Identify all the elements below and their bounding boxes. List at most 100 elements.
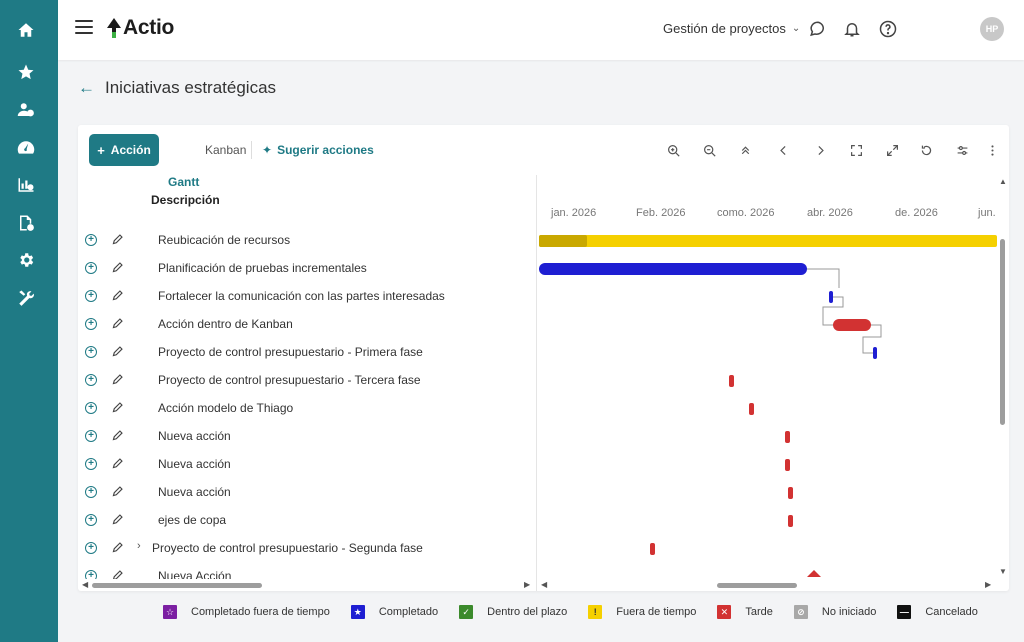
- module-selector[interactable]: Gestión de proyectos ⌄: [663, 21, 800, 36]
- add-subtask-icon[interactable]: +: [85, 262, 97, 274]
- add-subtask-icon[interactable]: +: [85, 290, 97, 302]
- legend-label: Fuera de tiempo: [616, 606, 697, 618]
- add-subtask-icon[interactable]: +: [85, 234, 97, 246]
- edit-pencil-icon[interactable]: [111, 289, 125, 303]
- star-icon[interactable]: [15, 61, 37, 83]
- edit-pencil-icon[interactable]: [111, 261, 125, 275]
- scroll-thumb[interactable]: [92, 583, 262, 588]
- table-row[interactable]: + Fortalecer la comunicación con las part…: [78, 283, 536, 311]
- task-bar[interactable]: [729, 375, 734, 387]
- avatar[interactable]: HP: [980, 17, 1004, 41]
- back-arrow-icon[interactable]: ←: [78, 78, 95, 98]
- task-bar[interactable]: [788, 515, 793, 527]
- documents-icon[interactable]: [15, 212, 37, 234]
- users-settings-icon[interactable]: [15, 99, 37, 121]
- menu-icon[interactable]: [75, 20, 93, 36]
- chevron-left-icon[interactable]: [775, 142, 791, 158]
- task-bar[interactable]: [788, 487, 793, 499]
- chevron-right-icon[interactable]: ›: [137, 540, 141, 552]
- task-bar[interactable]: [785, 431, 790, 443]
- add-action-button[interactable]: + Acción: [89, 134, 159, 166]
- scroll-right-icon[interactable]: ▶: [524, 580, 530, 589]
- edit-pencil-icon[interactable]: [111, 317, 125, 331]
- help-icon[interactable]: [878, 19, 898, 39]
- table-row[interactable]: + Nueva Acción: [78, 563, 536, 579]
- edit-pencil-icon[interactable]: [111, 233, 125, 247]
- table-row[interactable]: + Acción dentro de Kanban: [78, 311, 536, 339]
- tab-kanban[interactable]: Kanban: [205, 143, 246, 157]
- edit-pencil-icon[interactable]: [111, 485, 125, 499]
- table-row[interactable]: + Proyecto de control presupuestario - Pr…: [78, 339, 536, 367]
- edit-pencil-icon[interactable]: [111, 541, 125, 555]
- task-bar[interactable]: [539, 263, 807, 275]
- vertical-scroll-thumb[interactable]: [1000, 239, 1005, 425]
- row-label: Planificación de pruebas incrementales: [158, 261, 367, 275]
- table-row[interactable]: + Reubicación de recursos: [78, 227, 536, 255]
- chevron-down-icon: ⌄: [791, 23, 801, 34]
- add-subtask-icon[interactable]: +: [85, 570, 97, 579]
- task-bar[interactable]: [749, 403, 754, 415]
- milestone-marker[interactable]: [807, 570, 821, 577]
- add-subtask-icon[interactable]: +: [85, 542, 97, 554]
- edit-pencil-icon[interactable]: [111, 569, 125, 579]
- table-row[interactable]: + Nueva acción: [78, 479, 536, 507]
- row-label: Proyecto de control presupuestario - Seg…: [152, 541, 423, 555]
- chevron-right-icon[interactable]: [812, 142, 828, 158]
- home-icon[interactable]: [15, 19, 37, 41]
- reports-icon[interactable]: [15, 174, 37, 196]
- scroll-down-icon[interactable]: ▼: [999, 567, 1007, 576]
- expand-icon[interactable]: [884, 142, 900, 158]
- edit-pencil-icon[interactable]: [111, 513, 125, 527]
- settings-sliders-icon[interactable]: [954, 142, 970, 158]
- grid-horizontal-scrollbar[interactable]: ◀ ▶: [78, 579, 536, 591]
- edit-pencil-icon[interactable]: [111, 457, 125, 471]
- gear-icon[interactable]: [15, 249, 37, 271]
- add-subtask-icon[interactable]: +: [85, 486, 97, 498]
- task-bar[interactable]: [650, 543, 655, 555]
- task-bar[interactable]: [829, 291, 833, 303]
- gantt-scroll-left-icon[interactable]: ◀: [541, 580, 547, 589]
- edit-pencil-icon[interactable]: [111, 429, 125, 443]
- gantt-horizontal-scrollbar[interactable]: ◀ ▶: [537, 579, 997, 591]
- add-subtask-icon[interactable]: +: [85, 374, 97, 386]
- task-bar[interactable]: [539, 235, 997, 247]
- collapse-all-icon[interactable]: [737, 142, 753, 158]
- table-row[interactable]: + › Proyecto de control presupuestario - S…: [78, 535, 536, 563]
- edit-pencil-icon[interactable]: [111, 373, 125, 387]
- add-subtask-icon[interactable]: +: [85, 318, 97, 330]
- scroll-left-icon[interactable]: ◀: [82, 580, 88, 589]
- refresh-icon[interactable]: [918, 142, 934, 158]
- task-bar[interactable]: [873, 347, 877, 359]
- legend-status-icon: ✓: [459, 605, 474, 619]
- table-row[interactable]: + ejes de copa: [78, 507, 536, 535]
- dashboard-icon[interactable]: [15, 137, 37, 159]
- table-row[interactable]: + Planificación de pruebas incrementales: [78, 255, 536, 283]
- table-row[interactable]: + Proyecto de control presupuestario - Te…: [78, 367, 536, 395]
- chat-icon[interactable]: [808, 19, 828, 39]
- add-subtask-icon[interactable]: +: [85, 458, 97, 470]
- add-subtask-icon[interactable]: +: [85, 402, 97, 414]
- table-row[interactable]: + Nueva acción: [78, 423, 536, 451]
- task-bar[interactable]: [833, 319, 871, 331]
- scroll-up-icon[interactable]: ▲: [999, 177, 1007, 186]
- add-subtask-icon[interactable]: +: [85, 514, 97, 526]
- gantt-scroll-right-icon[interactable]: ▶: [985, 580, 991, 589]
- more-options-icon[interactable]: [984, 142, 1000, 158]
- gantt-vertical-scrollbar[interactable]: ▲ ▼: [997, 175, 1009, 579]
- tools-icon[interactable]: [15, 287, 37, 309]
- edit-pencil-icon[interactable]: [111, 401, 125, 415]
- bell-icon[interactable]: [842, 19, 862, 39]
- gantt-scroll-thumb[interactable]: [717, 583, 797, 588]
- task-progress[interactable]: [539, 235, 587, 247]
- add-subtask-icon[interactable]: +: [85, 346, 97, 358]
- app-logo[interactable]: Actio: [106, 16, 174, 40]
- fit-screen-icon[interactable]: [848, 142, 864, 158]
- zoom-in-icon[interactable]: [665, 142, 681, 158]
- suggest-actions-button[interactable]: ✦ Sugerir acciones: [262, 143, 374, 157]
- table-row[interactable]: + Nueva acción: [78, 451, 536, 479]
- edit-pencil-icon[interactable]: [111, 345, 125, 359]
- zoom-out-icon[interactable]: [701, 142, 717, 158]
- table-row[interactable]: + Acción modelo de Thiago: [78, 395, 536, 423]
- add-subtask-icon[interactable]: +: [85, 430, 97, 442]
- task-bar[interactable]: [785, 459, 790, 471]
